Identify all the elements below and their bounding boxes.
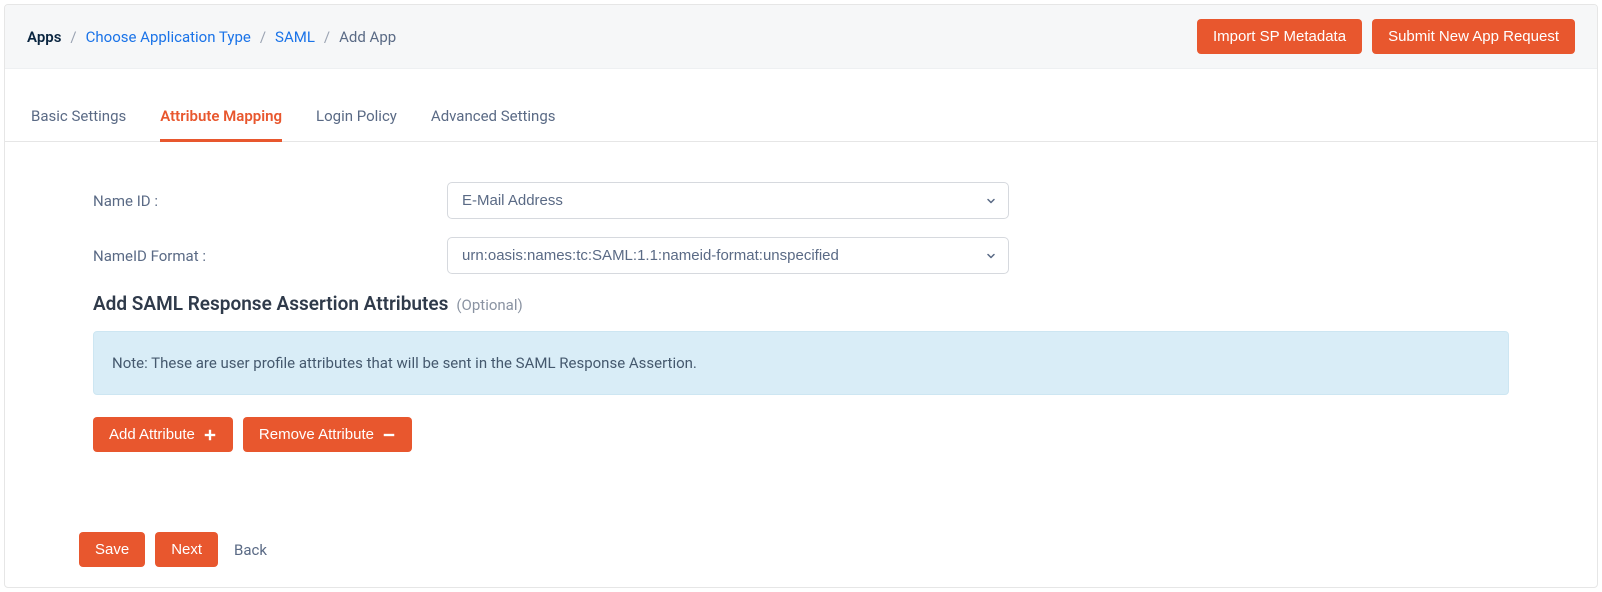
add-attribute-label: Add Attribute [109, 426, 195, 443]
content-area: Name ID : E-Mail Address NameID Format :… [5, 142, 1597, 532]
tab-login-policy[interactable]: Login Policy [316, 97, 397, 142]
header-actions: Import SP Metadata Submit New App Reques… [1197, 19, 1575, 54]
breadcrumb-apps[interactable]: Apps [27, 28, 61, 46]
form-row-name-id: Name ID : E-Mail Address [93, 182, 1509, 219]
form-row-nameid-format: NameID Format : urn:oasis:names:tc:SAML:… [93, 237, 1509, 274]
minus-icon [382, 428, 396, 442]
breadcrumb-saml[interactable]: SAML [275, 28, 315, 46]
note-text: Note: These are user profile attributes … [112, 354, 697, 372]
tab-advanced-settings[interactable]: Advanced Settings [431, 97, 556, 142]
nameid-format-label: NameID Format : [93, 247, 447, 265]
tabs: Basic Settings Attribute Mapping Login P… [5, 97, 1597, 142]
breadcrumb: Apps / Choose Application Type / SAML / … [27, 28, 396, 46]
footer-actions: Save Next Back [5, 532, 1597, 587]
name-id-select-wrap: E-Mail Address [447, 182, 1009, 219]
section-header: Add SAML Response Assertion Attributes (… [93, 292, 1509, 315]
name-id-select[interactable]: E-Mail Address [447, 182, 1009, 219]
plus-icon [203, 428, 217, 442]
submit-new-app-request-button[interactable]: Submit New App Request [1372, 19, 1575, 54]
breadcrumb-choose-type[interactable]: Choose Application Type [86, 28, 251, 46]
remove-attribute-button[interactable]: Remove Attribute [243, 417, 412, 452]
nameid-format-select[interactable]: urn:oasis:names:tc:SAML:1.1:nameid-forma… [447, 237, 1009, 274]
breadcrumb-separator: / [70, 28, 76, 46]
breadcrumb-add-app: Add App [339, 28, 396, 46]
next-button[interactable]: Next [155, 532, 218, 567]
breadcrumb-separator: / [260, 28, 266, 46]
section-optional-label: (Optional) [456, 296, 522, 314]
section-title: Add SAML Response Assertion Attributes [93, 292, 448, 315]
header-bar: Apps / Choose Application Type / SAML / … [5, 5, 1597, 69]
breadcrumb-separator: / [324, 28, 330, 46]
back-link[interactable]: Back [228, 541, 273, 559]
add-attribute-button[interactable]: Add Attribute [93, 417, 233, 452]
name-id-label: Name ID : [93, 192, 447, 210]
import-sp-metadata-button[interactable]: Import SP Metadata [1197, 19, 1362, 54]
tab-basic-settings[interactable]: Basic Settings [31, 97, 126, 142]
tab-attribute-mapping[interactable]: Attribute Mapping [160, 97, 282, 142]
page-container: Apps / Choose Application Type / SAML / … [4, 4, 1598, 588]
nameid-format-select-wrap: urn:oasis:names:tc:SAML:1.1:nameid-forma… [447, 237, 1009, 274]
attribute-actions: Add Attribute Remove Attribute [93, 417, 1509, 452]
save-button[interactable]: Save [79, 532, 145, 567]
note-box: Note: These are user profile attributes … [93, 331, 1509, 395]
remove-attribute-label: Remove Attribute [259, 426, 374, 443]
